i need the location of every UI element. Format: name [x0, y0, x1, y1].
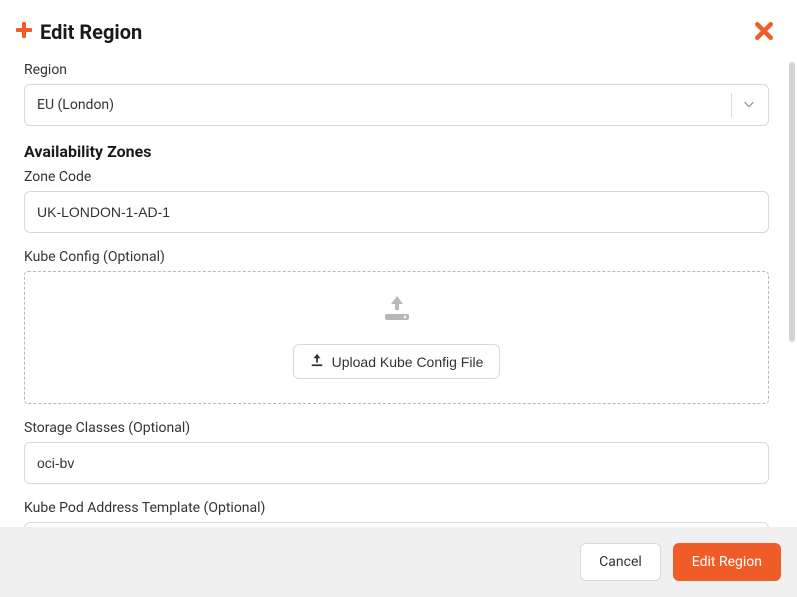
modal-footer: Cancel Edit Region [0, 527, 797, 597]
edit-region-button[interactable]: Edit Region [673, 543, 781, 581]
kube-config-field: Kube Config (Optional) Upload Kube Confi… [24, 249, 769, 404]
cancel-button[interactable]: Cancel [580, 543, 661, 581]
region-field: Region EU (London) [24, 62, 769, 126]
modal-title: Edit Region [40, 20, 142, 44]
scrollbar-thumb[interactable] [789, 62, 795, 342]
kube-pod-template-label: Kube Pod Address Template (Optional) [24, 500, 769, 516]
upload-kube-config-button[interactable]: Upload Kube Config File [293, 344, 501, 379]
storage-classes-field: Storage Classes (Optional) [24, 420, 769, 484]
kube-config-label: Kube Config (Optional) [24, 249, 769, 265]
modal-body: Region EU (London) Availability Zones Zo… [0, 62, 797, 527]
zone-code-field: Zone Code [24, 169, 769, 233]
storage-classes-input[interactable] [24, 442, 769, 484]
availability-zones-heading: Availability Zones [24, 142, 769, 161]
upload-button-label: Upload Kube Config File [332, 354, 484, 370]
close-icon[interactable] [755, 20, 773, 44]
select-divider [731, 93, 732, 117]
modal-header: Edit Region [0, 0, 797, 62]
zone-code-input[interactable] [24, 191, 769, 233]
region-select-value: EU (London) [37, 97, 721, 113]
kube-pod-template-field: Kube Pod Address Template (Optional) [24, 500, 769, 527]
edit-region-modal: Edit Region Region EU (London) Availabil… [0, 0, 797, 597]
plus-icon [16, 22, 32, 43]
storage-classes-label: Storage Classes (Optional) [24, 420, 769, 436]
region-select[interactable]: EU (London) [24, 84, 769, 126]
upload-cloud-icon [381, 292, 413, 328]
zone-code-label: Zone Code [24, 169, 769, 185]
chevron-down-icon [742, 97, 756, 114]
region-label: Region [24, 62, 769, 78]
header-title-group: Edit Region [16, 20, 142, 44]
upload-icon [310, 353, 324, 370]
kube-config-dropzone[interactable]: Upload Kube Config File [24, 271, 769, 404]
